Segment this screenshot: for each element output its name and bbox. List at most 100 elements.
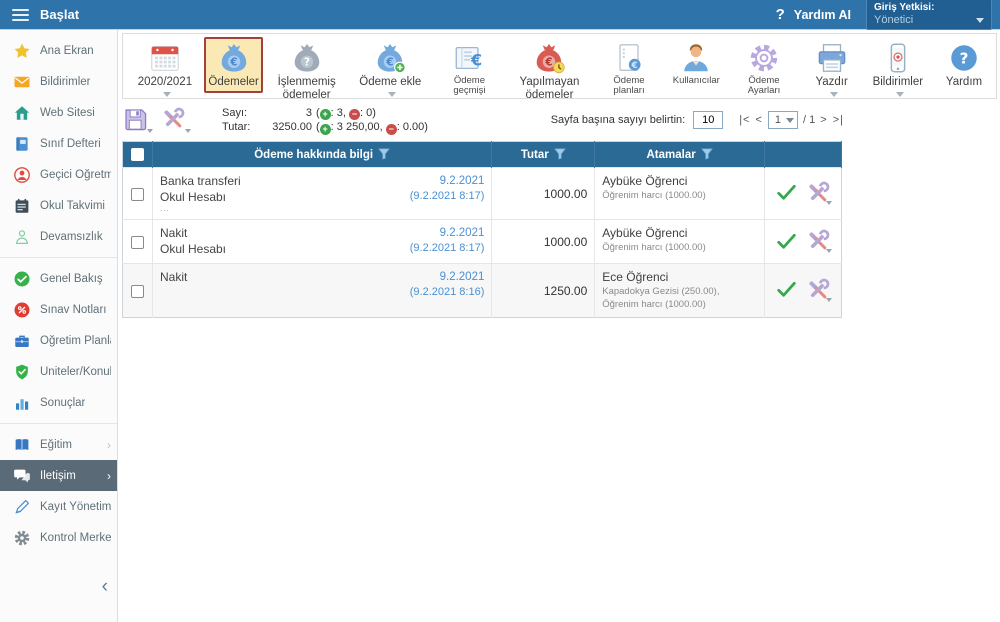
toolbar-item-label: Yapılmayan ödemeler [519, 76, 580, 101]
payment-note: ... [159, 204, 170, 214]
sidebar-item-web-sitesi[interactable]: Web Sitesi [0, 97, 117, 128]
sidebar-item-label: Okul Takvimi [40, 199, 105, 212]
svg-text:€: € [386, 57, 394, 69]
toolbar-item-odeme-ekle[interactable]: € Ödeme ekle [350, 37, 431, 105]
payment-date-link[interactable]: 9.2.2021 [410, 174, 485, 189]
sidebar-item-sonuclar[interactable]: Sonuçlar [0, 387, 117, 418]
chevron-down-icon [825, 297, 832, 302]
column-header-assignments[interactable]: Atamalar [594, 141, 765, 168]
sidebar-item-label: Sınıf Defteri [40, 137, 101, 150]
toolbar-item-odeme-ayarlari[interactable]: Ödeme Ayarları [727, 37, 800, 101]
help-question-icon[interactable]: ? [776, 6, 785, 23]
row-checkbox[interactable] [130, 187, 144, 201]
next-page-button[interactable]: > [820, 114, 827, 126]
approved-check-icon[interactable] [775, 230, 798, 253]
toolbar-item-yazdir[interactable]: Yazdır [803, 37, 861, 105]
row-tools-button[interactable] [805, 228, 832, 254]
topbar-right: ? Yardım AI Giriş Yetkisi: Yönetici [776, 0, 992, 30]
payment-datetime-link[interactable]: (9.2.2021 8:16) [410, 285, 485, 299]
select-all-checkbox[interactable] [130, 148, 144, 161]
sidebar-item-sinif-defteri[interactable]: Sınıf Defteri [0, 128, 117, 159]
student-name: Aybüke Öğrenci [602, 226, 688, 241]
page-size-label: Sayfa başına sayıyı belirtin: [550, 114, 686, 126]
payment-account: Okul Hesabı [159, 241, 227, 256]
payment-method: Banka transferi [159, 174, 241, 188]
count-value: 3 [305, 106, 312, 119]
row-checkbox[interactable] [130, 235, 144, 249]
chevron-down-icon [976, 17, 984, 23]
filter-icon[interactable] [700, 148, 713, 160]
sidebar-item-ogretim-planlari[interactable]: Öğretim Planları [0, 325, 117, 356]
sidebar-item-iletisim[interactable]: İletişim › [0, 460, 117, 491]
row-tools-button[interactable] [805, 180, 832, 206]
payment-datetime-link[interactable]: (9.2.2021 8:17) [410, 241, 485, 255]
moneybag-euro-icon: € [217, 41, 251, 75]
sidebar-item-ana-ekran[interactable]: Ana Ekran [0, 35, 117, 66]
chevron-down-icon [185, 129, 191, 133]
sidebar-item-kontrol-merkezi[interactable]: Kontrol Merkezi [0, 522, 117, 553]
count-label: Sayı: [222, 106, 248, 119]
sidebar-item-okul-takvimi[interactable]: Okul Takvimi [0, 190, 117, 221]
role-label: Giriş Yetkisi: [874, 2, 935, 13]
role-selector[interactable]: Giriş Yetkisi: Yönetici [866, 0, 992, 30]
toolbar-item-year[interactable]: 2020/2021 [128, 37, 202, 105]
start-menu-button[interactable]: Başlat [40, 7, 79, 22]
row-checkbox[interactable] [130, 284, 144, 298]
payment-date-link[interactable]: 9.2.2021 [410, 270, 485, 285]
row-tools-button[interactable] [805, 277, 832, 303]
sidebar-item-gecici-ogretmen[interactable]: Geçici Öğretm... [0, 159, 117, 190]
sidebar-item-label: Öğretim Planları [40, 334, 111, 347]
toolbar-item-islenmemis-odemeler[interactable]: ? İşlenmemiş ödemeler [265, 37, 348, 105]
prev-page-button[interactable]: < [755, 114, 762, 126]
chevron-down-icon [895, 92, 904, 98]
phone-icon [881, 41, 915, 75]
sidebar-item-bildirimler[interactable]: Bildirimler [0, 66, 117, 97]
sidebar-item-kayit-yonetimi[interactable]: Kayıt Yönetimi [0, 491, 117, 522]
menu-icon[interactable] [12, 8, 29, 21]
sidebar-item-sinav-notlari[interactable]: Sınav Notları [0, 294, 117, 325]
sidebar-item-genel-bakis[interactable]: Genel Bakış [0, 263, 117, 294]
sidebar-item-uniteler-konular[interactable]: Üniteler/Konular [0, 356, 117, 387]
column-header-payment-info[interactable]: Ödeme hakkında bilgi [152, 141, 493, 168]
sidebar-collapse-button[interactable]: ‹ [102, 577, 108, 596]
ledger-euro-icon: € [452, 41, 486, 75]
sidebar-item-label: Bildirimler [40, 75, 91, 88]
student-name: Ece Öğrenci [602, 270, 669, 285]
briefcase-icon [13, 332, 31, 350]
toolbar-item-bildirimler-tb[interactable]: Bildirimler [863, 37, 933, 105]
page-select[interactable]: 1 [767, 111, 799, 129]
sidebar-item-label: Web Sitesi [40, 106, 95, 119]
payment-amount: 1000.00 [543, 186, 588, 201]
chevron-down-icon [786, 117, 795, 123]
toolbar-item-odeme-planlari[interactable]: € Ödeme planları [593, 37, 666, 101]
payment-date-link[interactable]: 9.2.2021 [410, 226, 485, 241]
save-button[interactable] [122, 106, 153, 134]
payment-datetime-link[interactable]: (9.2.2021 8:17) [410, 189, 485, 203]
toolbar-item-yapilmayan-odemeler[interactable]: € Yapılmayan ödemeler [508, 37, 591, 105]
moneybag-question-icon: ? [290, 41, 324, 75]
toolbar-item-odemeler[interactable]: € Ödemeler [203, 37, 264, 93]
last-page-button[interactable]: >| [833, 114, 844, 126]
column-header-actions [764, 141, 843, 168]
toolbar-item-yardim[interactable]: ? Yardım [935, 37, 993, 93]
sidebar-item-egitim[interactable]: Eğitim › [0, 429, 117, 460]
toolbar-item-label: Kullanıcılar [672, 75, 720, 86]
help-ai-button[interactable]: Yardım AI [794, 8, 851, 22]
sidebar-item-devamsizlik[interactable]: Devamsızlık [0, 221, 117, 252]
toolbar-item-kullanicilar[interactable]: Kullanıcılar [667, 37, 725, 90]
person-outline-icon [13, 228, 31, 246]
filter-icon[interactable] [378, 148, 391, 160]
page-size-input[interactable] [693, 111, 724, 129]
first-page-button[interactable]: |< [739, 114, 750, 126]
gear-purple-icon [747, 41, 781, 75]
filter-icon[interactable] [553, 148, 566, 160]
approved-check-icon[interactable] [775, 278, 798, 301]
topbar: Başlat ? Yardım AI Giriş Yetkisi: Yöneti… [0, 0, 1000, 30]
column-header-amount[interactable]: Tutar [491, 141, 596, 168]
tools-button[interactable] [160, 106, 191, 134]
approved-check-icon[interactable] [775, 181, 798, 204]
toolbar-item-odeme-gecmisi[interactable]: € Ödeme geçmişi [433, 37, 507, 101]
app-window: Başlat ? Yardım AI Giriş Yetkisi: Yöneti… [0, 0, 1000, 622]
shield-check-icon [13, 363, 31, 381]
student-name: Aybüke Öğrenci [602, 174, 688, 188]
